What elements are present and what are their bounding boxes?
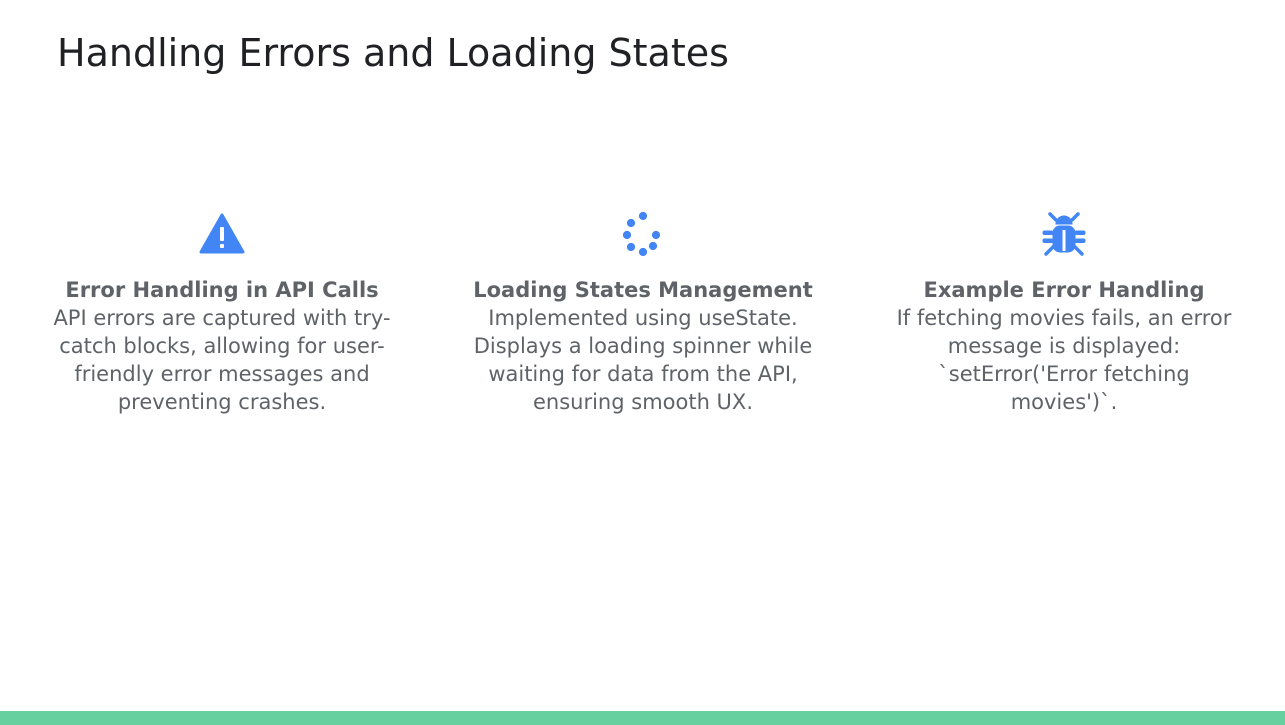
card-loading-states: Loading States Management Implemented us… — [453, 208, 833, 416]
card-text: Implemented using useState. Displays a l… — [473, 306, 813, 414]
card-error-handling: Error Handling in API Calls API errors a… — [32, 208, 412, 416]
loading-spinner-icon — [619, 208, 667, 260]
card-example-error: Example Error Handling If fetching movie… — [874, 208, 1254, 416]
bottom-accent-bar — [0, 711, 1285, 725]
bug-icon — [1040, 208, 1088, 260]
card-title: Error Handling in API Calls — [65, 278, 379, 302]
card-title: Example Error Handling — [923, 278, 1205, 302]
slide-title: Handling Errors and Loading States — [57, 31, 729, 75]
card-text: If fetching movies fails, an error messa… — [896, 306, 1232, 414]
card-title: Loading States Management — [473, 278, 813, 302]
warning-icon — [198, 208, 246, 260]
card-text: API errors are captured with try-catch b… — [53, 306, 391, 414]
